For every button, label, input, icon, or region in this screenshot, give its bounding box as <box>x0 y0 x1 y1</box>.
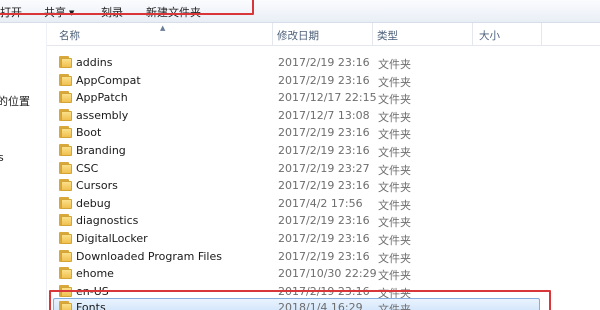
list-item[interactable]: ehome 2017/10/30 22:29 文件夹 <box>47 265 547 282</box>
nav-item-recent-places[interactable]: 的位置 <box>0 93 30 109</box>
file-type: 文件夹 <box>378 146 411 159</box>
column-divider[interactable] <box>272 23 273 45</box>
folder-icon <box>59 108 72 121</box>
list-item[interactable]: addins 2017/2/19 23:16 文件夹 <box>47 54 547 71</box>
file-date: 2017/2/19 23:16 <box>278 144 370 157</box>
file-name: CSC <box>76 161 99 175</box>
list-item[interactable]: Boot 2017/2/19 23:16 文件夹 <box>47 124 547 141</box>
column-header-name[interactable]: 名称 <box>59 28 80 43</box>
file-type: 文件夹 <box>378 198 411 212</box>
file-name: ehome <box>76 267 114 281</box>
file-date: 2017/4/2 17:56 <box>278 196 363 210</box>
folder-icon <box>59 126 72 139</box>
nav-item-partial[interactable]: s <box>0 151 4 164</box>
folder-icon <box>59 214 72 227</box>
file-name: assembly <box>76 108 129 122</box>
file-type: 文件夹 <box>378 163 411 177</box>
file-date: 2017/2/19 23:16 <box>278 179 370 193</box>
file-name: debug <box>76 196 111 210</box>
list-item[interactable]: assembly 2017/12/7 13:08 文件夹 <box>47 107 547 124</box>
file-date: 2017/2/19 23:16 <box>278 126 370 140</box>
file-type: 文件夹 <box>378 181 411 195</box>
list-item[interactable]: DigitalLocker 2017/2/19 23:16 文件夹 <box>47 230 547 247</box>
column-header-type[interactable]: 类型 <box>377 28 398 43</box>
file-type: 文件夹 <box>378 216 411 230</box>
column-divider[interactable] <box>472 23 473 45</box>
list-item[interactable]: Downloaded Program Files 2017/2/19 23:16… <box>47 248 547 265</box>
file-type: 文件夹 <box>378 251 411 265</box>
file-type: 文件夹 <box>378 269 411 283</box>
folder-icon <box>59 56 72 68</box>
file-date: 2017/2/19 23:16 <box>278 214 370 228</box>
folder-icon <box>59 196 72 209</box>
sort-up-icon: ▲ <box>160 24 166 32</box>
highlight-box-toolbar <box>0 0 254 15</box>
file-date: 2017/2/19 23:16 <box>278 232 370 245</box>
list-item[interactable]: diagnostics 2017/2/19 23:16 文件夹 <box>47 212 547 229</box>
file-type: 文件夹 <box>378 93 411 107</box>
file-date: 2017/2/19 23:16 <box>278 56 370 69</box>
highlight-box-fonts <box>49 290 551 310</box>
file-name: DigitalLocker <box>76 232 148 245</box>
column-header-size[interactable]: 大小 <box>479 28 500 43</box>
file-name: diagnostics <box>76 214 139 228</box>
file-name: Branding <box>76 144 126 157</box>
file-type: 文件夹 <box>378 234 411 247</box>
file-name: Cursors <box>76 179 118 193</box>
file-type: 文件夹 <box>378 75 411 89</box>
list-item[interactable]: CSC 2017/2/19 23:27 文件夹 <box>47 160 547 177</box>
file-date: 2017/2/19 23:27 <box>278 161 370 175</box>
column-header-date[interactable]: 修改日期 <box>277 28 319 43</box>
navigation-pane: 的位置 s <box>0 23 47 310</box>
file-date: 2017/12/7 13:08 <box>278 108 370 122</box>
folder-icon <box>59 232 72 244</box>
column-divider[interactable] <box>541 23 542 45</box>
list-item[interactable]: Cursors 2017/2/19 23:16 文件夹 <box>47 177 547 194</box>
list-item[interactable]: AppPatch 2017/12/17 22:15 文件夹 <box>47 89 547 106</box>
file-type: 文件夹 <box>378 128 411 142</box>
file-type: 文件夹 <box>378 110 411 124</box>
file-date: 2017/2/19 23:16 <box>278 249 370 263</box>
file-name: AppPatch <box>76 91 128 105</box>
folder-icon <box>59 267 72 280</box>
file-date: 2017/2/19 23:16 <box>278 73 370 87</box>
list-item[interactable]: AppCompat 2017/2/19 23:16 文件夹 <box>47 72 547 89</box>
list-item[interactable]: debug 2017/4/2 17:56 文件夹 <box>47 195 547 212</box>
list-item[interactable]: Branding 2017/2/19 23:16 文件夹 <box>47 142 547 159</box>
folder-icon <box>59 249 72 262</box>
file-date: 2017/12/17 22:15 <box>278 91 377 105</box>
folder-icon <box>59 73 72 86</box>
file-name: addins <box>76 56 113 69</box>
file-type: 文件夹 <box>378 58 411 71</box>
folder-icon <box>59 161 72 174</box>
column-divider[interactable] <box>372 23 373 45</box>
folder-icon <box>59 91 72 104</box>
file-name: Downloaded Program Files <box>76 249 222 263</box>
folder-icon <box>59 179 72 192</box>
explorer-window: 打开 共享 ▼ 刻录 新建文件夹 的位置 s ▲ 名称 修改日期 类型 大小 ad… <box>0 0 600 310</box>
folder-icon <box>59 144 72 156</box>
file-name: AppCompat <box>76 73 141 87</box>
column-header-bar: ▲ 名称 修改日期 类型 大小 <box>47 23 600 46</box>
file-list: addins 2017/2/19 23:16 文件夹 AppCompat 201… <box>47 46 600 310</box>
file-date: 2017/10/30 22:29 <box>278 267 377 281</box>
file-name: Boot <box>76 126 102 140</box>
